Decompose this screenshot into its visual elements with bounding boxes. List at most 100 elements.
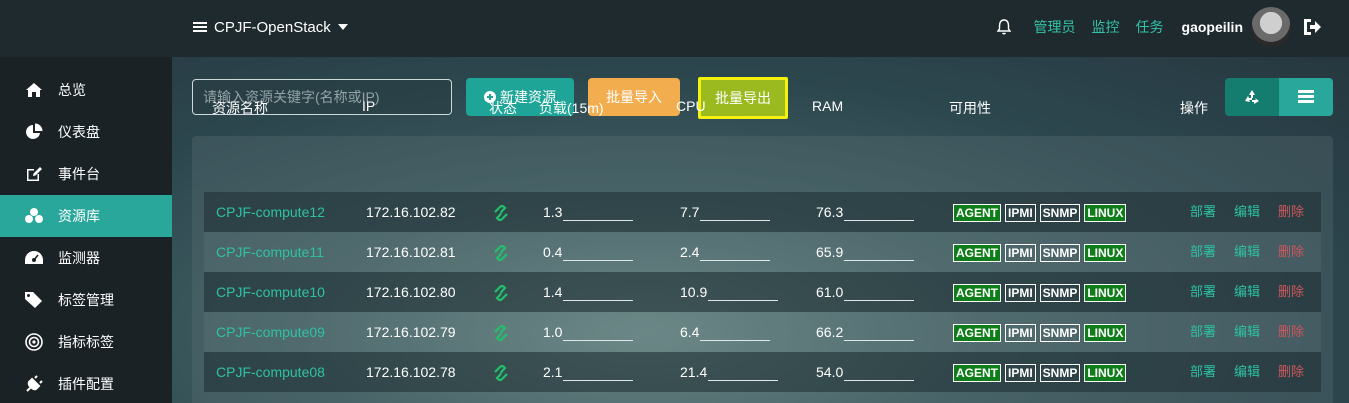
table-row: CPJF-compute10 172.16.102.80 1.4 10.9 61.0 AG… [204,272,1321,312]
sidebar-item-resources[interactable]: 资源库 [0,195,172,237]
nav-admin[interactable]: 管理员 [1034,17,1076,37]
col-header-actions: 操作 [1180,100,1208,116]
badge-ipmi: IPMI [1005,364,1036,383]
badge-ipmi: IPMI [1005,204,1036,223]
availability-badges: AGENT IPMI SNMP LINUX [953,232,1130,272]
badge-snmp: SNMP [1039,204,1081,223]
cpu-underline [700,220,771,221]
project-switcher[interactable]: CPJF-OpenStack [193,15,348,39]
load-value: 1.4 [543,284,563,300]
badge-agent: AGENT [953,324,1001,343]
list-icon [193,21,207,33]
deploy-button[interactable]: 部署 [1190,192,1216,232]
ram-underline [844,220,915,221]
metric-cpu: 10.9 [680,272,779,312]
nav-monitor[interactable]: 监控 [1092,17,1120,37]
view-toggle-group [1225,78,1333,116]
recycle-button[interactable] [1225,78,1279,116]
edit-button[interactable]: 编辑 [1234,312,1260,352]
cubes-icon [24,206,44,226]
resource-ip: 172.16.102.79 [366,324,456,340]
resource-name-link[interactable]: CPJF-compute09 [216,312,325,352]
col-header-availability[interactable]: 可用性 [949,98,991,118]
col-header-load[interactable]: 负载(15m) [539,98,604,118]
deploy-button[interactable]: 部署 [1190,232,1216,272]
sidebar-item-label: 事件台 [58,166,100,182]
sidebar-item-label: 插件配置 [58,376,114,392]
badge-ipmi: IPMI [1005,244,1036,263]
sidebar-item-monitors[interactable]: 监测器 [0,237,172,279]
resource-ip: 172.16.102.80 [366,284,456,300]
delete-button[interactable]: 删除 [1278,192,1304,232]
ram-underline [844,340,915,341]
link-status-icon [494,325,508,342]
col-header-ip[interactable]: IP [362,98,375,114]
delete-button[interactable]: 删除 [1278,312,1304,352]
badge-snmp: SNMP [1039,364,1081,383]
badge-agent: AGENT [953,284,1001,303]
status-cell [492,232,510,272]
batch-export-button[interactable]: 批量导出 [698,77,788,119]
sidebar-item-tags[interactable]: 标签管理 [0,279,172,321]
availability-badges: AGENT IPMI SNMP LINUX [953,352,1130,392]
ram-underline [844,260,915,261]
col-header-ram[interactable]: RAM [812,98,843,114]
edit-button[interactable]: 编辑 [1234,192,1260,232]
status-cell [492,352,510,392]
link-status-icon [494,205,508,222]
badge-linux: LINUX [1084,324,1127,343]
load-value: 0.4 [543,244,563,260]
row-actions: 部署 编辑 删除 [1190,352,1322,392]
nav-tasks[interactable]: 任务 [1136,17,1164,37]
edit-button[interactable]: 编辑 [1234,272,1260,312]
resource-ip: 172.16.102.78 [366,364,456,380]
sidebar-item-events[interactable]: 事件台 [0,153,172,195]
cpu-underline [700,260,771,261]
metric-cpu: 21.4 [680,352,779,392]
sidebar-item-overview[interactable]: 总览 [0,69,172,111]
resource-ip: 172.16.102.81 [366,244,456,260]
badge-ipmi: IPMI [1005,324,1036,343]
list-view-button[interactable] [1279,78,1333,116]
load-value: 2.1 [543,364,563,380]
status-cell [492,312,510,352]
target-icon [24,332,44,352]
resource-name-link[interactable]: CPJF-compute08 [216,352,325,392]
delete-button[interactable]: 删除 [1278,352,1304,392]
deploy-button[interactable]: 部署 [1190,312,1216,352]
metric-ram: 61.0 [816,272,915,312]
edit-button[interactable]: 编辑 [1234,232,1260,272]
table-row: CPJF-compute11 172.16.102.81 0.4 2.4 65.9 AGE… [204,232,1321,272]
batch-export-label: 批量导出 [715,90,771,106]
col-header-cpu[interactable]: CPU [676,98,706,114]
bell-icon[interactable] [996,18,1012,36]
sidebar-item-plugins[interactable]: 插件配置 [0,363,172,403]
badge-ipmi: IPMI [1005,284,1036,303]
avatar[interactable] [1251,7,1291,47]
badge-linux: LINUX [1084,204,1127,223]
edit-button[interactable]: 编辑 [1234,352,1260,392]
metric-cpu: 6.4 [680,312,771,352]
username[interactable]: gaopeilin [1182,19,1243,35]
sidebar-item-metric-tags[interactable]: 指标标签 [0,321,172,363]
badge-linux: LINUX [1084,364,1127,383]
delete-button[interactable]: 删除 [1278,232,1304,272]
deploy-button[interactable]: 部署 [1190,272,1216,312]
delete-button[interactable]: 删除 [1278,272,1304,312]
sidebar-item-dashboard[interactable]: 仪表盘 [0,111,172,153]
top-right-nav: 管理员 监控 任务 gaopeilin [996,7,1323,47]
resource-name-link[interactable]: CPJF-compute10 [216,272,325,312]
col-header-status[interactable]: 状态 [489,98,517,118]
load-value: 1.3 [543,204,563,220]
col-header-name[interactable]: 资源名称 [212,98,268,118]
ram-value: 66.2 [816,324,844,340]
deploy-button[interactable]: 部署 [1190,352,1216,392]
resource-name-link[interactable]: CPJF-compute11 [216,232,324,272]
availability-badges: AGENT IPMI SNMP LINUX [953,192,1130,232]
metric-load: 1.4 [543,272,634,312]
resource-name-link[interactable]: CPJF-compute12 [216,192,325,232]
badge-snmp: SNMP [1039,324,1081,343]
plug-icon [24,374,44,394]
ram-underline [844,380,915,381]
logout-icon[interactable] [1301,16,1323,38]
